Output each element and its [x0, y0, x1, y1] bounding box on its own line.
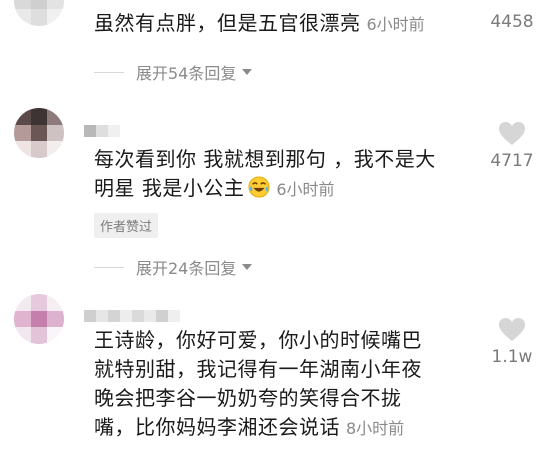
comment-list: 虽然有点胖，但是五官很漂亮 6小时前 4458 展开54条回复 每次看到你 我就想… [0, 0, 550, 457]
comment-time: 6小时前 [276, 180, 335, 199]
comment-body: 虽然有点胖，但是五官很漂亮 [94, 11, 361, 35]
comment-item: 虽然有点胖，但是五官很漂亮 6小时前 4458 展开54条回复 [0, 0, 550, 90]
expand-replies-label: 展开54条回复 [136, 64, 237, 83]
comment-line: 嘴，比你妈妈李湘还会说话 8小时前 [94, 413, 454, 443]
avatar[interactable] [14, 108, 64, 158]
avatar[interactable] [14, 294, 64, 344]
like-count: 4717 [490, 151, 534, 171]
comment-text: 虽然有点胖，但是五官很漂亮 6小时前 [94, 9, 484, 39]
divider [94, 71, 124, 73]
like-button[interactable]: 4717 [482, 121, 542, 171]
like-count: 4458 [490, 12, 534, 32]
comment-text: 每次看到你 我就想到那句 ，我不是大 明星 我是小公主 6小时前 [94, 145, 484, 204]
comment-line: 就特别甜，我记得有一年湖南小年夜 [94, 357, 422, 381]
comment-line: 晚会把李谷一奶奶夸的笑得合不拢 [94, 386, 402, 410]
comment-line: 明星 我是小公主 6小时前 [94, 174, 484, 204]
comment-line: 每次看到你 我就想到那句 ，我不是大 [94, 147, 436, 171]
comment-item: 王诗龄，你好可爱，你小的时候嘴巴 就特别甜，我记得有一年湖南小年夜 晚会把李谷一… [0, 290, 550, 457]
comment-line-text: 嘴，比你妈妈李湘还会说话 [94, 415, 340, 439]
expand-replies-button[interactable]: 展开24条回复 [94, 257, 253, 278]
username-mosaic[interactable] [84, 310, 180, 322]
comment-item: 每次看到你 我就想到那句 ，我不是大 明星 我是小公主 6小时前 4717 作者… [0, 98, 550, 288]
expand-replies-label: 展开24条回复 [136, 259, 237, 278]
heart-icon [499, 122, 525, 145]
avatar[interactable] [14, 0, 64, 26]
comment-line: 王诗龄，你好可爱，你小的时候嘴巴 [94, 328, 422, 352]
chevron-down-icon [242, 69, 253, 75]
tears-of-joy-emoji [248, 176, 270, 198]
like-button[interactable]: 1.1w [482, 317, 542, 367]
like-count: 1.1w [491, 347, 533, 367]
like-button[interactable]: 4458 [482, 12, 542, 32]
comment-time: 8小时前 [346, 419, 405, 438]
comment-line-text: 明星 我是小公主 [94, 176, 245, 200]
heart-icon [499, 318, 525, 341]
comment-time: 6小时前 [366, 15, 425, 34]
chevron-down-icon [242, 264, 253, 270]
divider [94, 266, 124, 268]
comment-text: 王诗龄，你好可爱，你小的时候嘴巴 就特别甜，我记得有一年湖南小年夜 晚会把李谷一… [94, 326, 454, 443]
expand-replies-button[interactable]: 展开54条回复 [94, 62, 253, 83]
username-mosaic[interactable] [84, 125, 120, 137]
author-liked-badge: 作者赞过 [94, 213, 159, 238]
